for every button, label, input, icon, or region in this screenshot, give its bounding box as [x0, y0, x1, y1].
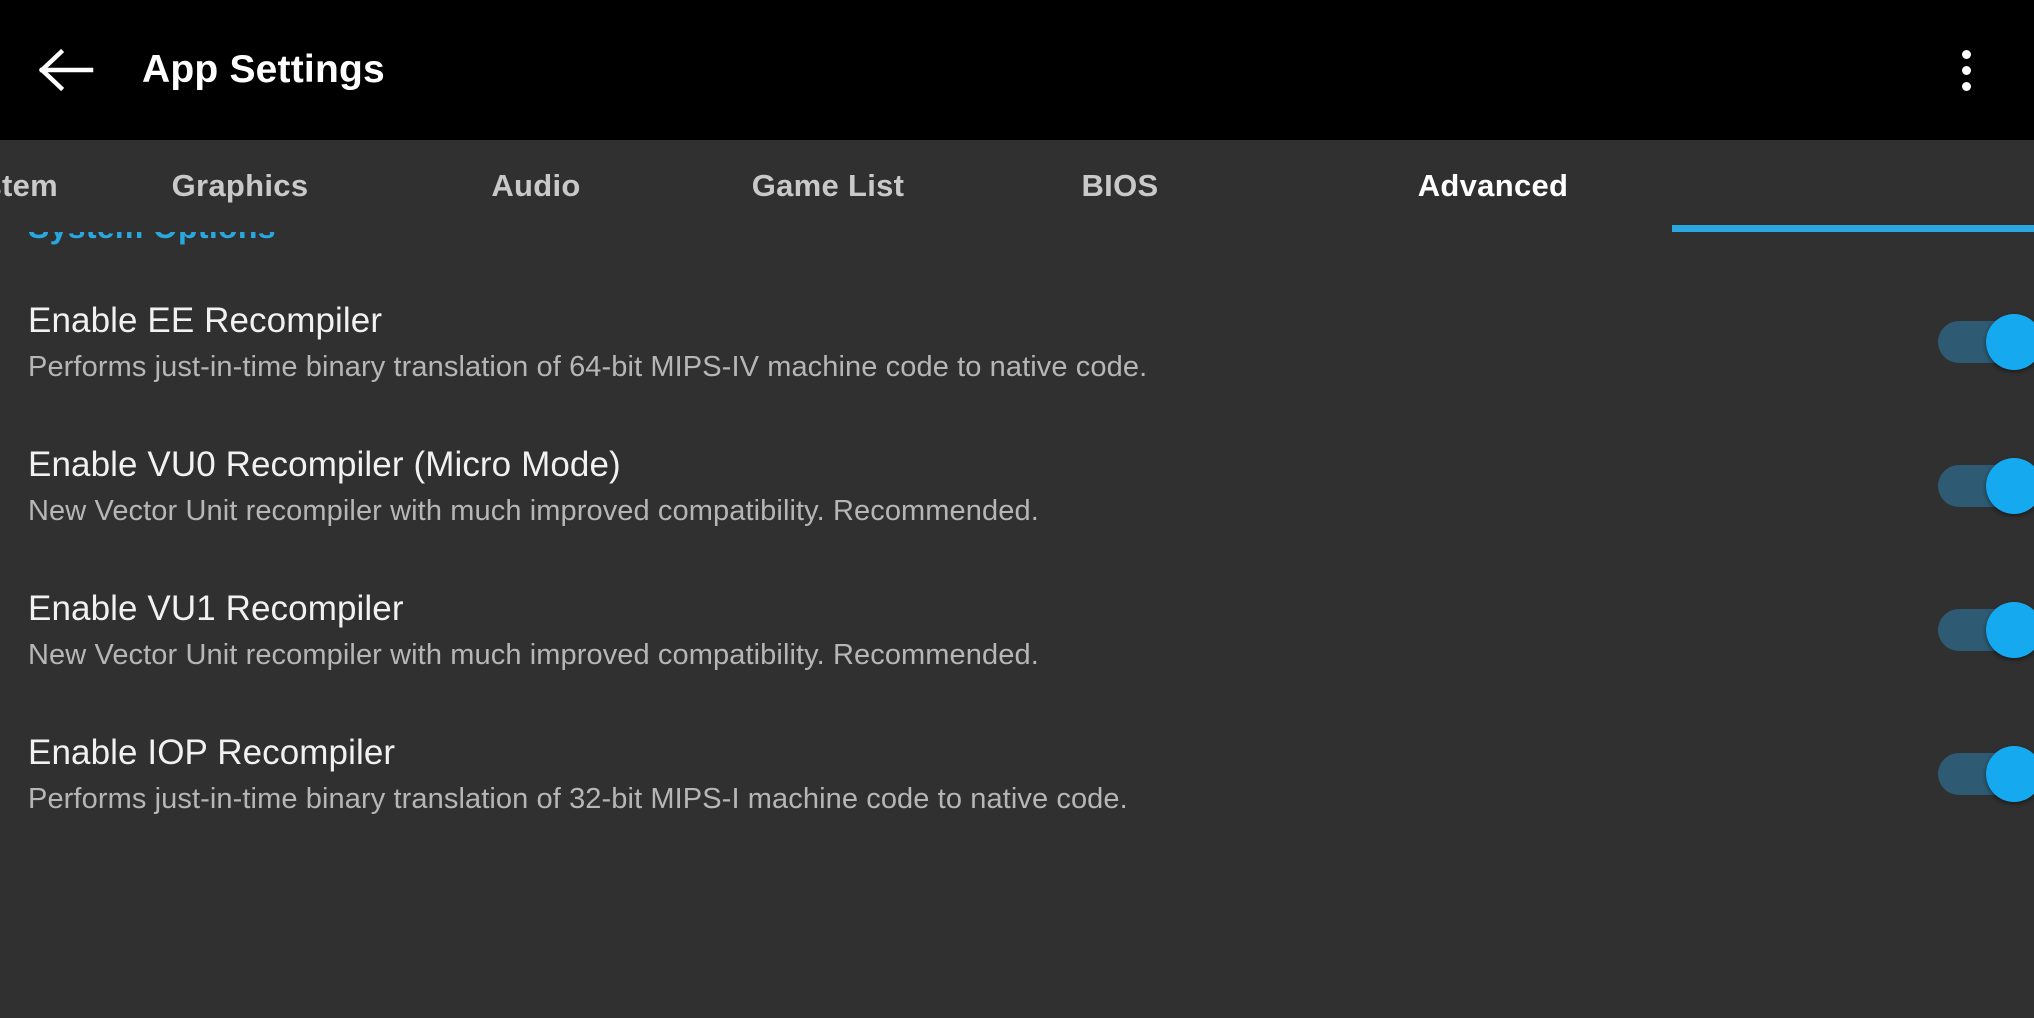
setting-description: Performs just-in-time binary translation…	[28, 350, 1148, 383]
more-vertical-icon	[1961, 81, 1971, 91]
arrow-left-icon	[39, 48, 95, 92]
setting-row[interactable]: Enable VU1 Recompiler New Vector Unit re…	[0, 558, 2034, 702]
tab-advanced[interactable]: Advanced	[1268, 140, 1718, 232]
app-bar: App Settings	[0, 0, 2034, 140]
overflow-menu-button[interactable]	[1934, 33, 1998, 107]
tab-label: Graphics	[171, 168, 309, 203]
setting-description: New Vector Unit recompiler with much imp…	[28, 638, 1039, 671]
tab-label: Advanced	[1417, 168, 1569, 203]
setting-toggle-switch[interactable]	[1938, 314, 2034, 370]
page-title: App Settings	[142, 48, 385, 91]
setting-toggle-switch[interactable]	[1938, 602, 2034, 658]
setting-text-block: Enable VU1 Recompiler New Vector Unit re…	[28, 589, 2034, 672]
setting-toggle-switch[interactable]	[1938, 746, 2034, 802]
setting-row[interactable]: Enable VU0 Recompiler (Micro Mode) New V…	[0, 414, 2034, 558]
more-vertical-icon	[1961, 65, 1971, 75]
switch-thumb	[1986, 458, 2034, 514]
switch-thumb	[1986, 314, 2034, 370]
setting-row[interactable]: Enable EE Recompiler Performs just-in-ti…	[0, 270, 2034, 414]
tab-game-list[interactable]: Game List	[684, 140, 972, 232]
more-vertical-icon	[1961, 49, 1971, 59]
section-header-system-options: System Options	[28, 232, 276, 246]
app-settings-screen: App Settings System Graphics Audio Game …	[0, 0, 2034, 1018]
tab-label: BIOS	[1081, 168, 1159, 203]
setting-title: Enable VU1 Recompiler	[28, 588, 404, 628]
setting-title: Enable VU0 Recompiler (Micro Mode)	[28, 444, 621, 484]
setting-title: Enable IOP Recompiler	[28, 732, 396, 772]
setting-text-block: Enable IOP Recompiler Performs just-in-t…	[28, 733, 2034, 816]
tab-label: System	[0, 168, 59, 203]
settings-list: Enable EE Recompiler Performs just-in-ti…	[0, 270, 2034, 846]
back-button[interactable]	[30, 33, 104, 107]
settings-scroll-area[interactable]: System Options Enable EE Recompiler Perf…	[0, 232, 2034, 1018]
tab-bios[interactable]: BIOS	[972, 140, 1268, 232]
setting-text-block: Enable EE Recompiler Performs just-in-ti…	[28, 301, 2034, 384]
switch-thumb	[1986, 746, 2034, 802]
setting-toggle-switch[interactable]	[1938, 458, 2034, 514]
tab-audio[interactable]: Audio	[388, 140, 684, 232]
setting-row[interactable]: Enable IOP Recompiler Performs just-in-t…	[0, 702, 2034, 846]
setting-description: Performs just-in-time binary translation…	[28, 782, 1128, 815]
tab-label: Game List	[751, 168, 905, 203]
setting-description: New Vector Unit recompiler with much imp…	[28, 494, 1039, 527]
setting-title: Enable EE Recompiler	[28, 300, 383, 340]
tab-label: Audio	[491, 168, 581, 203]
tab-graphics[interactable]: Graphics	[92, 140, 388, 232]
tab-active-indicator	[1672, 225, 2034, 232]
switch-thumb	[1986, 602, 2034, 658]
tab-strip: System Graphics Audio Game List BIOS Adv…	[0, 140, 1718, 232]
tab-system[interactable]: System	[0, 140, 92, 232]
setting-text-block: Enable VU0 Recompiler (Micro Mode) New V…	[28, 445, 2034, 528]
tab-bar[interactable]: System Graphics Audio Game List BIOS Adv…	[0, 140, 2034, 232]
